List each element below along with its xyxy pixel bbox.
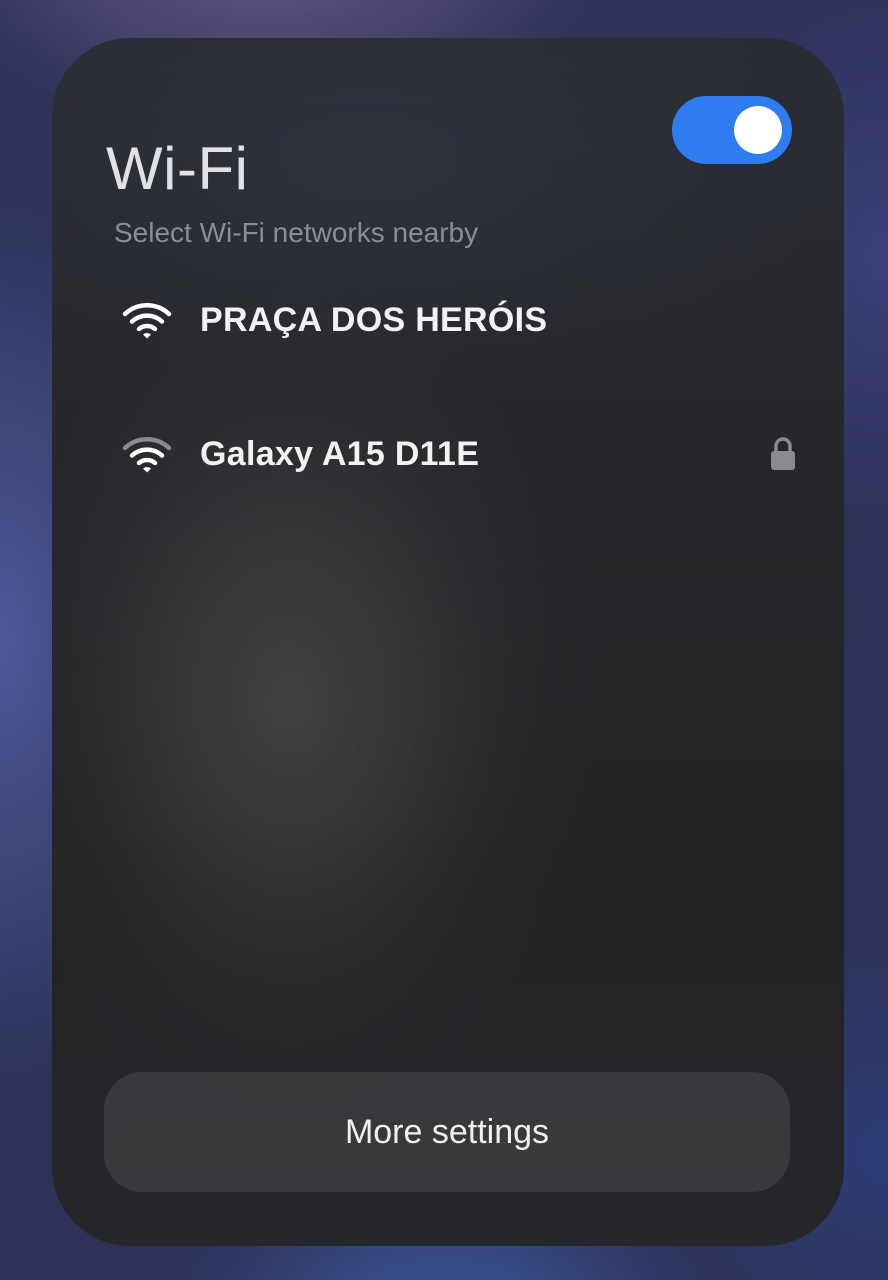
networks-subtitle: Select Wi-Fi networks nearby: [114, 217, 479, 248]
panel-title: Wi-Fi: [106, 135, 249, 202]
lock-icon: [771, 437, 795, 470]
wifi-toggle[interactable]: [672, 96, 792, 164]
wifi-signal-icon: [122, 303, 172, 339]
wifi-signal-icon: [122, 437, 172, 473]
wifi-panel: Wi-Fi Select Wi-Fi networks nearby PRAÇA…: [52, 38, 844, 1246]
network-name: Galaxy A15 D11E: [200, 434, 480, 473]
toggle-knob: [734, 106, 782, 154]
network-name: PRAÇA DOS HERÓIS: [200, 300, 548, 339]
more-settings-button[interactable]: More settings: [104, 1072, 790, 1192]
network-item[interactable]: PRAÇA DOS HERÓIS: [112, 280, 792, 360]
network-item[interactable]: Galaxy A15 D11E: [112, 414, 795, 494]
